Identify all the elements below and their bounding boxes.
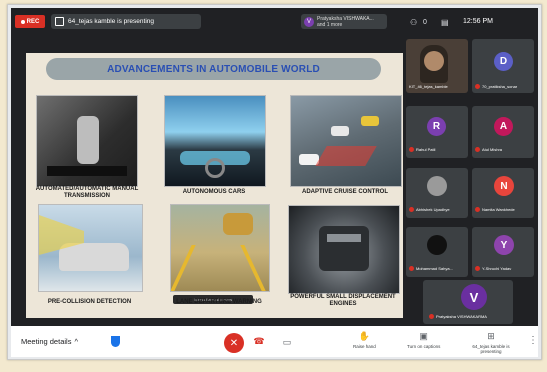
more-options-icon[interactable]: ⋮ — [528, 335, 538, 346]
participant-tile[interactable]: N Namita Wankhede — [472, 168, 534, 218]
participant-photo — [427, 176, 447, 196]
presenting-banner[interactable]: 64_tejas kamble is presenting — [51, 14, 201, 29]
mic-off-icon — [429, 314, 434, 319]
mic-off-icon — [475, 147, 480, 152]
mic-off-icon — [409, 207, 414, 212]
meeting-toolbar: Meeting details ^ ✕ ☎ ▭ ✋ Raise hand ▣ T… — [11, 326, 538, 357]
caption-cruise: ADAPTIVE CRUISE CONTROL — [301, 189, 388, 195]
mic-off-icon — [409, 266, 414, 271]
chevron-up-icon: ^ — [74, 337, 78, 346]
presentation-icon — [55, 17, 64, 26]
hand-icon: ✋ — [358, 331, 370, 341]
mic-off-icon — [475, 207, 480, 212]
image-pre-collision — [38, 204, 143, 292]
captions-icon: ▣ — [419, 331, 428, 341]
participant-name: KIT_46_tejas_kamble — [409, 84, 448, 89]
participant-tile-video[interactable]: KIT_46_tejas_kamble — [406, 39, 468, 93]
participant-photo — [427, 235, 447, 255]
caption-engines: POWERFUL SMALL DISPLACEMENT ENGINES — [290, 294, 396, 307]
image-cruise-control — [290, 95, 402, 187]
mic-toggle-button[interactable]: ✕ — [224, 333, 244, 353]
people-count: 0 — [423, 19, 427, 26]
participant-label: 70_pratiksha_sonar — [475, 84, 517, 89]
participant-name: Mohammad Sahya... — [416, 266, 453, 271]
image-engine — [288, 205, 400, 294]
participant-tile[interactable]: R Rahul Patil — [406, 106, 468, 158]
phone-hangup-icon: ☎ — [253, 336, 265, 346]
participant-avatar: D — [494, 52, 513, 71]
caption-lane-departure: LANE DEPARTURE WARNING — [176, 299, 262, 305]
participant-tile[interactable]: D 70_pratiksha_sonar — [472, 39, 534, 93]
presenting-text: 64_tejas kamble is presenting — [68, 18, 154, 25]
presenting-label: 64_tejas kamble is presenting — [472, 344, 510, 354]
participant-name: Atul Mishra — [482, 147, 503, 152]
participant-tile[interactable]: Y Y-Shruchi Yadav — [472, 227, 534, 277]
speaker-sub: and 1 more — [317, 21, 343, 28]
image-lane-departure — [170, 204, 270, 292]
participant-avatar: A — [494, 117, 513, 136]
security-shield-icon[interactable] — [111, 336, 120, 347]
people-icon[interactable]: ⚇ — [410, 18, 417, 27]
mic-off-icon — [475, 266, 480, 271]
active-speaker-pill[interactable]: V Pratyaksha VISHWAKA... and 1 more — [301, 14, 387, 29]
participant-label: Pratyaksha VISHWAKARMA — [429, 314, 487, 319]
caption-transmission: AUTOMATED/AUTOMATIC MANUAL TRANSMISSION — [35, 186, 139, 199]
camera-icon: ▭ — [282, 337, 292, 347]
participant-tile[interactable]: A Atul Mishra — [472, 106, 534, 158]
meet-stage: REC 64_tejas kamble is presenting V Prat… — [11, 8, 538, 326]
participant-name: Pratyaksha VISHWAKARMA — [436, 314, 487, 319]
participant-label: Rahul Patil — [409, 147, 435, 152]
presentation-slide: ADVANCEMENTS IN AUTOMOBILE WORLD AUTOMAT… — [26, 53, 403, 318]
participant-avatar: V — [461, 284, 487, 310]
end-call-button[interactable]: ☎ — [252, 336, 266, 346]
participant-name: Abhishek Upadhye — [416, 207, 450, 212]
present-screen-icon: ⊞ — [487, 331, 495, 341]
raise-hand-label: Raise hand — [353, 344, 376, 349]
meeting-details-label: Meeting details — [21, 337, 72, 346]
speaker-avatar: V — [304, 16, 314, 27]
participant-avatar: R — [427, 117, 446, 136]
mic-off-icon — [409, 147, 414, 152]
participant-label: Y-Shruchi Yadav — [475, 266, 511, 271]
meeting-details-button[interactable]: Meeting details ^ — [21, 337, 78, 346]
participant-label: Namita Wankhede — [475, 207, 515, 212]
clock: 12:56 PM — [463, 18, 493, 25]
mic-off-icon: ✕ — [229, 337, 239, 349]
recording-badge: REC — [15, 15, 45, 28]
participant-tile[interactable]: Mohammad Sahya... — [406, 227, 468, 277]
participant-avatar: N — [494, 176, 514, 196]
captions-label: Turn on captions — [407, 344, 441, 349]
chat-icon[interactable]: ▤ — [441, 18, 449, 27]
captions-button[interactable]: ▣ Turn on captions — [407, 331, 440, 349]
record-dot-icon — [20, 19, 25, 24]
participant-name: 70_pratiksha_sonar — [482, 84, 518, 89]
participant-name: Namita Wankhede — [482, 207, 515, 212]
participant-avatar: Y — [494, 235, 514, 255]
raise-hand-button[interactable]: ✋ Raise hand — [353, 331, 376, 349]
participant-label: Atul Mishra — [475, 147, 502, 152]
participant-tile-self[interactable]: V Pratyaksha VISHWAKARMA — [423, 280, 513, 324]
mic-off-icon — [475, 84, 480, 89]
participant-label: Mohammad Sahya... — [409, 266, 453, 271]
participant-name: Y-Shruchi Yadav — [482, 266, 512, 271]
slide-title: ADVANCEMENTS IN AUTOMOBILE WORLD — [46, 58, 381, 80]
caption-pre-collision: PRE-COLLISION DETECTION — [47, 299, 132, 305]
image-gear-shifter — [36, 95, 138, 187]
rec-label: REC — [26, 18, 40, 25]
participant-name: Rahul Patil — [416, 147, 436, 152]
screenshot-frame: REC 64_tejas kamble is presenting V Prat… — [7, 4, 542, 360]
participant-label: Abhishek Upadhye — [409, 207, 450, 212]
participant-tile[interactable]: Abhishek Upadhye — [406, 168, 468, 218]
presenting-button[interactable]: ⊞ 64_tejas kamble is presenting — [466, 331, 516, 354]
caption-autonomous: AUTONOMOUS CARS — [182, 189, 246, 195]
image-autonomous-car — [164, 95, 266, 187]
camera-toggle-button[interactable]: ▭ — [281, 336, 293, 348]
